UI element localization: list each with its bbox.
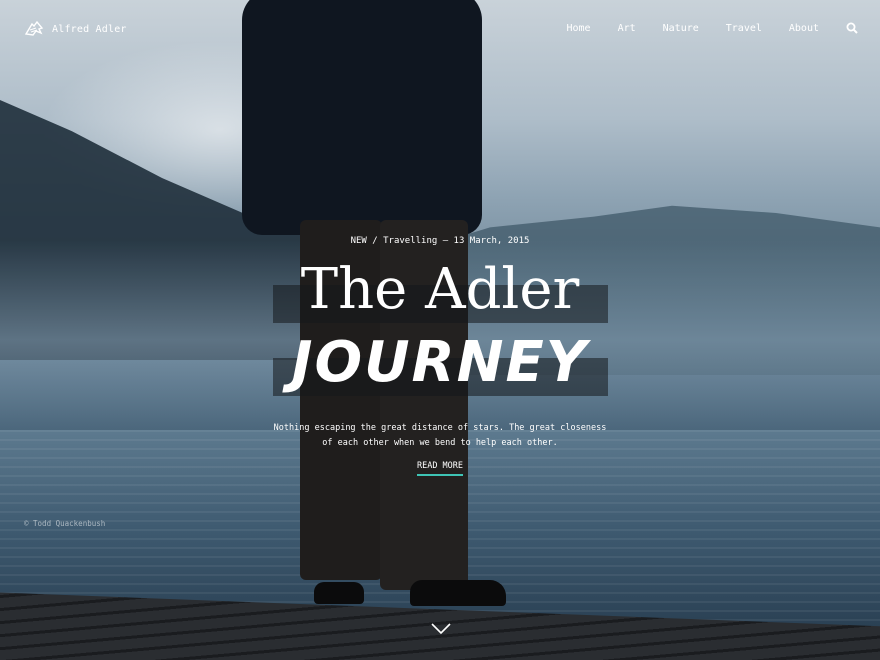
- search-icon[interactable]: [846, 22, 858, 34]
- nav-travel[interactable]: Travel: [726, 23, 762, 34]
- title-line-1-wrap: The Adler: [0, 256, 880, 324]
- brand-link[interactable]: Alfred Adler: [24, 20, 127, 38]
- photo-credit: © Todd Quackenbush: [24, 519, 106, 528]
- nav-about[interactable]: About: [789, 23, 819, 34]
- main-menu: Home Art Nature Travel About: [566, 22, 858, 34]
- person-shoe-left: [314, 582, 364, 604]
- read-more-link[interactable]: READ MORE: [416, 461, 464, 476]
- read-more-wrap: READ MORE: [0, 453, 880, 476]
- post-meta: NEW / Travelling – 13 March, 2015: [350, 236, 530, 246]
- post-title-line-1[interactable]: The Adler: [0, 256, 880, 324]
- top-navigation: Alfred Adler Home Art Nature Travel Abou…: [0, 0, 880, 58]
- nav-nature[interactable]: Nature: [663, 23, 699, 34]
- person-shoe-right: [410, 580, 506, 606]
- chevron-down-icon[interactable]: [430, 622, 452, 636]
- nav-art[interactable]: Art: [618, 23, 636, 34]
- hero-section: Alfred Adler Home Art Nature Travel Abou…: [0, 0, 880, 660]
- brand-name: Alfred Adler: [52, 23, 127, 35]
- post-excerpt: Nothing escaping the great distance of s…: [273, 422, 607, 448]
- zebra-logo-icon: [24, 20, 44, 36]
- post-title-line-2[interactable]: JOURNEY: [0, 330, 880, 396]
- title-line-2-wrap: JOURNEY: [0, 330, 880, 396]
- nav-home[interactable]: Home: [566, 23, 590, 34]
